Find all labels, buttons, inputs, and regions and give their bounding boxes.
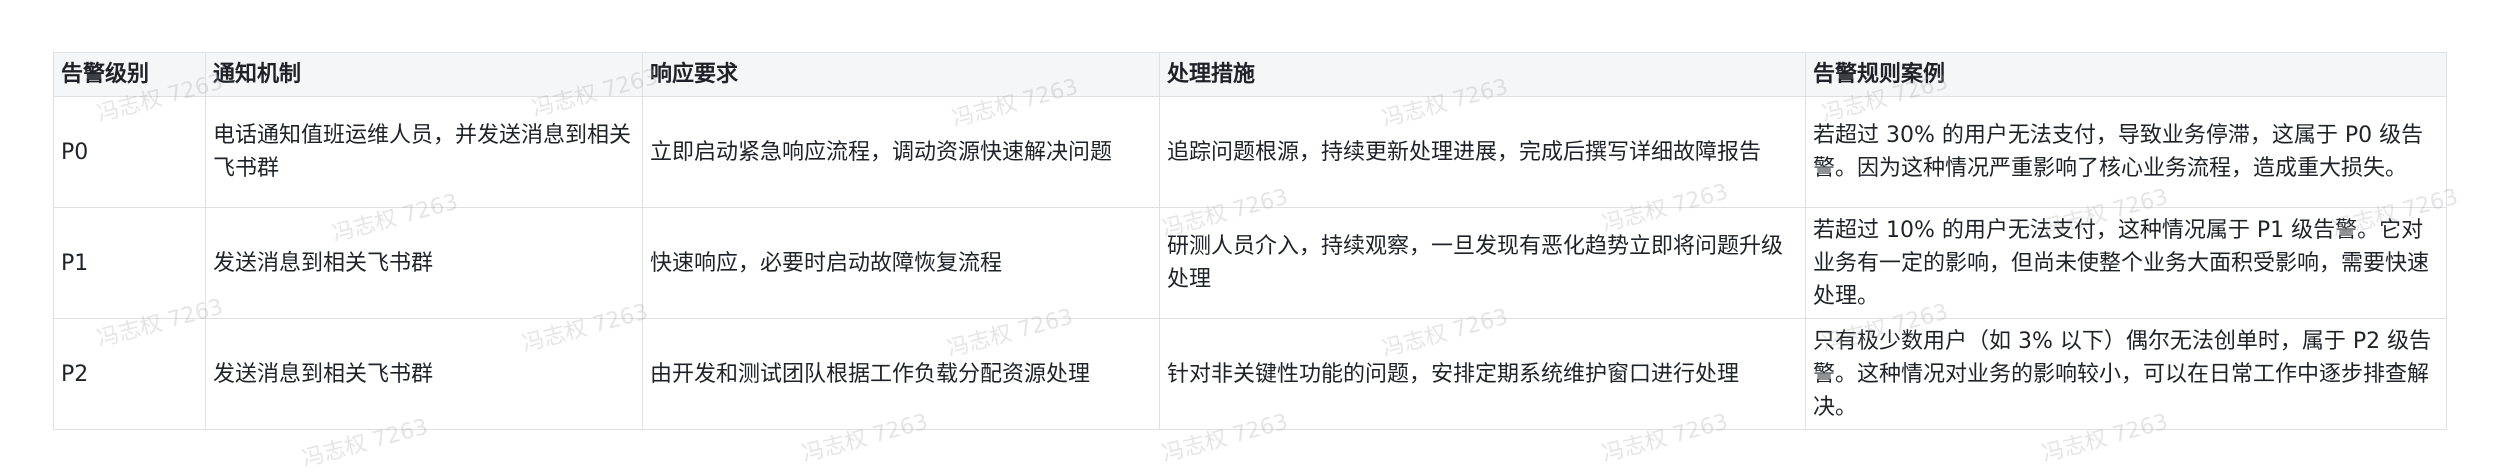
table-header-row: 告警级别 通知机制 响应要求 处理措施 告警规则案例 xyxy=(53,52,2447,97)
cell-example: 若超过 10% 的用户无法支付，这种情况属于 P1 级告警。它对业务有一定的影响… xyxy=(1805,207,2447,319)
cell-response: 立即启动紧急响应流程，调动资源快速解决问题 xyxy=(642,96,1160,208)
cell-example: 只有极少数用户（如 3% 以下）偶尔无法创单时，属于 P2 级告警。这种情况对业… xyxy=(1805,318,2447,430)
cell-notify: 电话通知值班运维人员，并发送消息到相关飞书群 xyxy=(205,96,643,208)
table-row: P1 发送消息到相关飞书群 快速响应，必要时启动故障恢复流程 研测人员介入，持续… xyxy=(53,207,2447,319)
cell-level: P2 xyxy=(53,318,206,430)
header-handling-action: 处理措施 xyxy=(1159,52,1806,97)
cell-example: 若超过 30% 的用户无法支付，导致业务停滞，这属于 P0 级告警。因为这种情况… xyxy=(1805,96,2447,208)
header-rule-example: 告警规则案例 xyxy=(1805,52,2447,97)
alert-level-table: 告警级别 通知机制 响应要求 处理措施 告警规则案例 P0 电话通知值班运维人员… xyxy=(53,52,2447,430)
cell-action: 研测人员介入，持续观察，一旦发现有恶化趋势立即将问题升级处理 xyxy=(1159,207,1806,319)
table-row: P0 电话通知值班运维人员，并发送消息到相关飞书群 立即启动紧急响应流程，调动资… xyxy=(53,96,2447,208)
table-row: P2 发送消息到相关飞书群 由开发和测试团队根据工作负载分配资源处理 针对非关键… xyxy=(53,318,2447,430)
cell-action: 追踪问题根源，持续更新处理进展，完成后撰写详细故障报告 xyxy=(1159,96,1806,208)
cell-level: P0 xyxy=(53,96,206,208)
header-notify-mechanism: 通知机制 xyxy=(205,52,643,97)
cell-action: 针对非关键性功能的问题，安排定期系统维护窗口进行处理 xyxy=(1159,318,1806,430)
cell-notify: 发送消息到相关飞书群 xyxy=(205,318,643,430)
cell-response: 由开发和测试团队根据工作负载分配资源处理 xyxy=(642,318,1160,430)
cell-response: 快速响应，必要时启动故障恢复流程 xyxy=(642,207,1160,319)
cell-notify: 发送消息到相关飞书群 xyxy=(205,207,643,319)
header-alert-level: 告警级别 xyxy=(53,52,206,97)
header-response-requirement: 响应要求 xyxy=(642,52,1160,97)
cell-level: P1 xyxy=(53,207,206,319)
